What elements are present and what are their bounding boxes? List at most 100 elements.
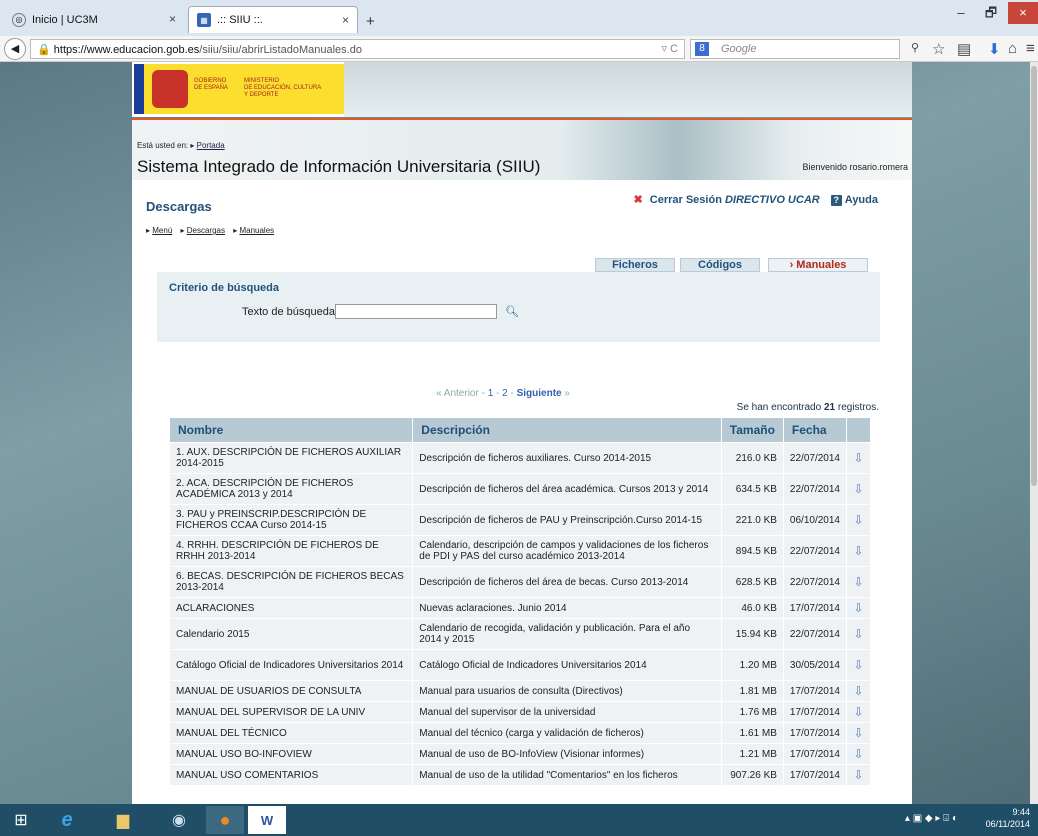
cell-fecha: 30/05/2014 — [782, 649, 847, 681]
tab-codigos[interactable]: Códigos — [680, 258, 760, 272]
bookmarks-list-icon[interactable]: ▤ — [957, 40, 971, 58]
cell-descripcion: Descripción de ficheros del área de beca… — [412, 566, 722, 598]
download-icon[interactable]: ⇩ — [845, 722, 872, 744]
restore-button[interactable]: 🗗 — [976, 2, 1006, 24]
cell-nombre: Catálogo Oficial de Indicadores Universi… — [168, 649, 414, 681]
col-descripcion[interactable]: Descripción — [412, 417, 722, 443]
word-icon[interactable]: W — [248, 806, 286, 834]
menu-icon[interactable]: ≡ — [1026, 40, 1035, 57]
user-tools: ✖ Cerrar Sesión DIRECTIVO UCAR ? Ayuda — [633, 193, 878, 206]
firefox-icon[interactable]: ● — [206, 806, 244, 834]
table-row[interactable]: Catálogo Oficial de Indicadores Universi… — [168, 649, 872, 681]
minimize-button[interactable]: – — [946, 2, 976, 24]
col-download — [845, 417, 872, 443]
download-icon[interactable]: ⇩ — [845, 566, 872, 598]
search-icon[interactable]: 🔍︎ — [505, 305, 519, 318]
search-criteria-panel: Criterio de búsqueda Texto de búsqueda: … — [157, 272, 880, 342]
table-row[interactable]: ACLARACIONES Nuevas aclaraciones. Junio 2… — [168, 597, 872, 619]
cell-tamano: 1.61 MB — [720, 722, 784, 744]
cell-nombre: 6. BECAS. DESCRIPCIÓN DE FICHEROS BECAS … — [168, 566, 414, 598]
table-row[interactable]: 3. PAU y PREINSCRIP.DESCRIPCIÓN DE FICHE… — [168, 504, 872, 536]
table-row[interactable]: 6. BECAS. DESCRIPCIÓN DE FICHEROS BECAS … — [168, 566, 872, 598]
windows-start-icon[interactable]: ⊞ — [2, 806, 40, 834]
tab-manuales[interactable]: › Manuales — [768, 258, 868, 272]
page-1-link[interactable]: 1 — [488, 388, 494, 399]
back-button[interactable]: ◀ — [4, 38, 26, 60]
download-icon[interactable]: ⇩ — [845, 504, 872, 536]
internet-explorer-icon[interactable]: e — [48, 806, 86, 834]
download-icon[interactable]: ⇩ — [845, 649, 872, 681]
cell-tamano: 1.76 MB — [720, 701, 784, 723]
url-bar[interactable]: 🔒 https://www.educacion.gob.es/siiu/siiu… — [30, 39, 685, 59]
page-2-link[interactable]: 2 — [502, 388, 508, 399]
prev-page-icon: « — [436, 388, 442, 399]
tab-inicio-uc3m[interactable]: ◎ Inicio | UC3M × — [4, 6, 184, 33]
download-icon[interactable]: ⇩ — [845, 535, 872, 567]
cell-nombre: 3. PAU y PREINSCRIP.DESCRIPCIÓN DE FICHE… — [168, 504, 414, 536]
crumb-menu[interactable]: Menú — [152, 226, 172, 235]
home-icon[interactable]: ⌂ — [1008, 40, 1017, 57]
reload-icon[interactable]: ▿ C — [661, 42, 678, 55]
search-engine-icon[interactable]: 8 — [695, 42, 709, 56]
cell-descripcion: Manual de uso de BO-InfoView (Visionar i… — [412, 743, 722, 765]
file-explorer-icon[interactable]: ▆ — [104, 806, 142, 834]
tab-siiu[interactable]: ▦ .:: SIIU ::. × — [188, 6, 358, 33]
download-icon[interactable]: ⇩ — [845, 764, 872, 786]
col-fecha[interactable]: Fecha — [782, 417, 847, 443]
cell-descripcion: Manual para usuarios de consulta (Direct… — [412, 680, 722, 702]
table-row[interactable]: 1. AUX. DESCRIPCIÓN DE FICHEROS AUXILIAR… — [168, 442, 872, 474]
search-input[interactable] — [335, 304, 497, 319]
crumb-descargas[interactable]: Descargas — [187, 226, 225, 235]
table-row[interactable]: MANUAL USO BO-INFOVIEW Manual de uso de B… — [168, 743, 872, 765]
table-row[interactable]: MANUAL DEL SUPERVISOR DE LA UNIV Manual d… — [168, 701, 872, 723]
cell-descripcion: Descripción de ficheros auxiliares. Curs… — [412, 442, 722, 474]
tab-ficheros[interactable]: Ficheros — [595, 258, 675, 272]
download-icon[interactable]: ⇩ — [845, 597, 872, 619]
cell-descripcion: Manual del supervisor de la universidad — [412, 701, 722, 723]
download-icon[interactable]: ⇩ — [845, 743, 872, 765]
header-stripe — [344, 62, 912, 117]
help-link[interactable]: Ayuda — [845, 194, 878, 206]
cell-tamano: 628.5 KB — [720, 566, 784, 598]
cell-nombre: 4. RRHH. DESCRIPCIÓN DE FICHEROS DE RRHH… — [168, 535, 414, 567]
bookmark-star-icon[interactable]: ☆ — [932, 40, 945, 58]
system-tray-icons[interactable]: ▴ ▣ ◆ ▸ ⌹ ◐ — [905, 813, 958, 824]
browser-search-input[interactable]: 8 Google ⚲ — [690, 39, 919, 59]
help-icon[interactable]: ? — [830, 195, 842, 206]
close-window-button[interactable]: × — [1008, 2, 1038, 24]
page-scrollbar[interactable] — [1030, 62, 1038, 804]
downloads-icon[interactable]: ⬇ — [988, 40, 1001, 58]
download-icon[interactable]: ⇩ — [845, 680, 872, 702]
table-row[interactable]: 2. ACA. DESCRIPCIÓN DE FICHEROS ACADÉMIC… — [168, 473, 872, 505]
next-page-icon[interactable]: » — [564, 388, 570, 399]
table-row[interactable]: MANUAL USO COMENTARIOS Manual de uso de l… — [168, 764, 872, 786]
table-row[interactable]: Calendario 2015 Calendario de recogida, v… — [168, 618, 872, 650]
clock[interactable]: 9:44 06/11/2014 — [986, 806, 1030, 830]
search-icon[interactable]: ⚲ — [911, 41, 919, 54]
logout-icon[interactable]: ✖ — [633, 194, 642, 206]
outlook-icon[interactable]: ◉ — [160, 806, 198, 834]
new-tab-button[interactable]: + — [366, 13, 375, 30]
download-icon[interactable]: ⇩ — [845, 618, 872, 650]
close-tab-icon[interactable]: × — [342, 13, 349, 27]
col-nombre[interactable]: Nombre — [168, 417, 414, 443]
table-body: 1. AUX. DESCRIPCIÓN DE FICHEROS AUXILIAR… — [168, 442, 872, 786]
download-icon[interactable]: ⇩ — [845, 442, 872, 474]
close-tab-icon[interactable]: × — [169, 12, 176, 26]
crumb-manuales[interactable]: Manuales — [239, 226, 274, 235]
download-icon[interactable]: ⇩ — [845, 473, 872, 505]
col-tamano[interactable]: Tamaño — [720, 417, 784, 443]
table-row[interactable]: MANUAL DE USUARIOS DE CONSULTA Manual par… — [168, 680, 872, 702]
cell-descripcion: Descripción de ficheros del área académi… — [412, 473, 722, 505]
cell-nombre: ACLARACIONES — [168, 597, 414, 619]
portada-link[interactable]: Portada — [197, 141, 225, 150]
cell-fecha: 22/07/2014 — [782, 473, 847, 505]
cell-tamano: 894.5 KB — [720, 535, 784, 567]
download-icon[interactable]: ⇩ — [845, 701, 872, 723]
table-row[interactable]: 4. RRHH. DESCRIPCIÓN DE FICHEROS DE RRHH… — [168, 535, 872, 567]
logout-link[interactable]: Cerrar Sesión — [650, 194, 722, 206]
scrollbar-thumb[interactable] — [1031, 66, 1037, 486]
next-page-link[interactable]: Siguiente — [517, 388, 562, 399]
table-row[interactable]: MANUAL DEL TÉCNICO Manual del técnico (ca… — [168, 722, 872, 744]
cell-nombre: MANUAL DE USUARIOS DE CONSULTA — [168, 680, 414, 702]
